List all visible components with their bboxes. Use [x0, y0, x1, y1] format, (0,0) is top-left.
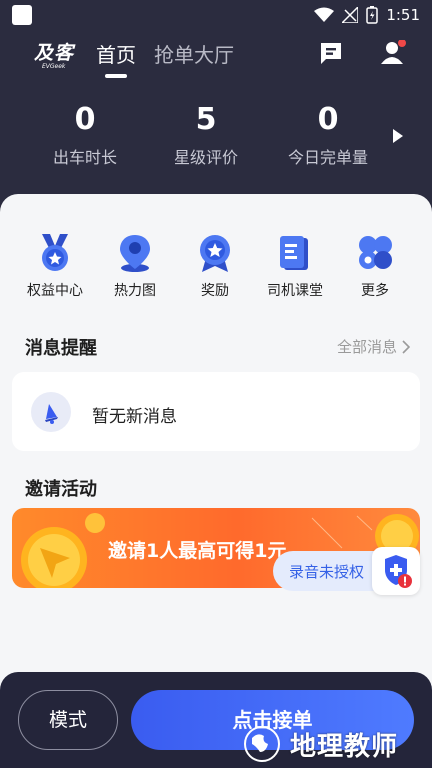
- invite-banner-text: 邀请1人最高可得1元: [108, 540, 287, 562]
- tab-active-indicator: [105, 74, 127, 78]
- stat-completed-orders: 0 今日完单量: [268, 100, 388, 168]
- driver-stats: 0 出车时长 5 星级评价 0 今日完单量: [0, 100, 432, 180]
- quick-action-benefits[interactable]: 权益中心: [13, 232, 97, 300]
- message-icon[interactable]: [318, 40, 344, 66]
- notification-square-icon: [12, 5, 32, 25]
- stat-value: 5: [195, 102, 217, 137]
- quick-action-label: 权益中心: [27, 283, 83, 299]
- notification-dot: [398, 40, 406, 47]
- tab-home[interactable]: 首页: [96, 39, 136, 78]
- watermark-text: 地理教师: [290, 732, 399, 762]
- stat-value: 0: [317, 102, 339, 137]
- user-icon[interactable]: [380, 40, 406, 66]
- medal-icon: [42, 234, 68, 271]
- status-icons: 1:51: [314, 4, 420, 26]
- stat-label: 出车时长: [52, 148, 117, 167]
- location-pin-icon: [120, 235, 150, 272]
- stat-label: 今日完单量: [287, 148, 368, 167]
- quick-action-rewards[interactable]: 奖励: [173, 232, 257, 300]
- stat-driving-time: 0 出车时长: [25, 100, 145, 168]
- logo-text: 及客: [34, 42, 75, 64]
- invite-section-title: 邀请活动: [25, 479, 97, 500]
- message-card[interactable]: 暂无新消息: [12, 372, 420, 451]
- quick-action-label: 奖励: [201, 283, 229, 299]
- award-icon: [200, 235, 230, 272]
- tab-order-hall[interactable]: 抢单大厅: [154, 39, 234, 68]
- quick-action-more[interactable]: 更多: [333, 232, 417, 300]
- quick-action-heatmap[interactable]: 热力图: [93, 232, 177, 300]
- quick-actions: 权益中心 热力图 奖励 司机课堂 更多: [0, 232, 432, 302]
- globe-icon: [244, 726, 280, 762]
- all-messages-link[interactable]: 全部消息: [337, 336, 410, 357]
- classroom-icon: [280, 236, 308, 270]
- recording-permission-label: 录音未授权: [289, 563, 365, 581]
- stat-star-rating: 5 星级评价: [146, 100, 266, 168]
- status-bar: 1:51: [0, 0, 432, 30]
- chevron-right-icon: [402, 339, 410, 354]
- tab-order-hall-label: 抢单大厅: [154, 43, 234, 67]
- all-messages-label: 全部消息: [336, 338, 397, 356]
- top-header: 及客 EVGeek 首页 抢单大厅: [0, 30, 432, 80]
- tab-home-label: 首页: [96, 43, 136, 67]
- watermark: 地理教师: [238, 718, 428, 768]
- empty-message-text: 暂无新消息: [92, 407, 177, 427]
- notification-bell-icon: [31, 392, 71, 432]
- wifi-icon: [314, 7, 335, 22]
- status-time: 1:51: [386, 6, 420, 24]
- stat-value: 0: [74, 102, 96, 137]
- quick-action-label: 司机课堂: [267, 283, 323, 299]
- shield-warning-icon: [385, 555, 412, 588]
- messages-section-title: 消息提醒: [25, 338, 97, 359]
- quick-action-label: 热力图: [114, 283, 156, 299]
- quick-action-driver-class[interactable]: 司机课堂: [253, 232, 337, 300]
- recording-shield-button[interactable]: [372, 547, 420, 595]
- battery-icon: [366, 6, 379, 24]
- quick-action-label: 更多: [361, 283, 389, 299]
- mode-button[interactable]: 模式: [18, 690, 118, 750]
- stat-label: 星级评价: [173, 148, 238, 167]
- expand-arrow-icon[interactable]: [392, 128, 404, 144]
- cell-signal-icon: [342, 7, 359, 23]
- more-icon: [359, 236, 392, 269]
- app-logo: 及客 EVGeek: [34, 38, 74, 70]
